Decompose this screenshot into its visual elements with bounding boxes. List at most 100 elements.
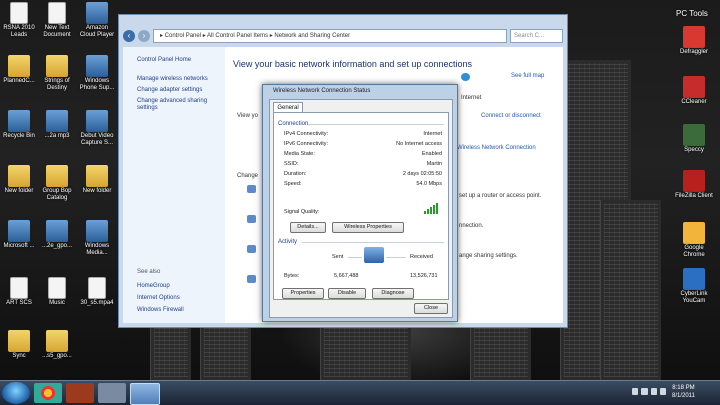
desktop-icon[interactable]: Sync [0, 330, 38, 360]
connect-disconnect-link[interactable]: Connect or disconnect [481, 113, 541, 119]
properties-button[interactable]: Properties [282, 288, 324, 299]
desktop-icon-label: ...2e_gpo... [41, 243, 73, 249]
desktop-icon[interactable]: Strings of Destiny [38, 55, 76, 92]
homegroup-icon [247, 245, 256, 253]
forward-button[interactable]: › [138, 30, 150, 42]
app-taskbar-icon[interactable] [66, 383, 94, 403]
desktop-icon[interactable]: Amazon Cloud Player [78, 2, 116, 39]
diagnose-button[interactable]: Diagnose [372, 288, 414, 299]
disable-button[interactable]: Disable [328, 288, 366, 299]
desktop-icon-label: Music [49, 300, 65, 306]
desktop-icon[interactable]: Defraggler [675, 26, 713, 56]
internet-label: Internet [461, 95, 482, 101]
desktop-icon-label: CCleaner [681, 99, 707, 105]
status-row-label: Duration: [284, 171, 307, 177]
manage-wireless-networks-link[interactable]: Manage wireless networks [137, 76, 208, 83]
bytes-sent-value: 5,667,488 [334, 273, 359, 279]
wireless-connection-link[interactable]: Wireless Network Connection [457, 145, 547, 151]
desktop-icon-label: 30_s5.mpa4 [80, 300, 114, 306]
status-row-value: Internet [423, 131, 442, 137]
desktop-icon[interactable]: New folder [78, 165, 116, 195]
signal-bar [427, 209, 429, 214]
search-input[interactable]: Search C... [510, 29, 563, 43]
desktop-icon[interactable]: ...2e_gpo... [38, 220, 76, 250]
doc-icon [88, 277, 106, 299]
status-row-label: SSID: [284, 161, 299, 167]
status-row-label: Speed: [284, 181, 302, 187]
desktop-icon[interactable]: New Text Document [38, 2, 76, 39]
desktop-icon[interactable]: Group Bop Catalog [38, 165, 76, 202]
desktop-icon[interactable]: FileZilla Client [675, 170, 713, 200]
desktop-icon[interactable]: PlannedC... [0, 55, 38, 85]
breadcrumb[interactable]: ▸ Control Panel ▸ All Control Panel Item… [153, 29, 507, 43]
app-icon [86, 55, 108, 77]
desktop-icon[interactable]: 30_s5.mpa4 [78, 277, 116, 307]
desktop-icon[interactable]: Speccy [675, 124, 713, 154]
dialog-body: General Connection IPv4 Connectivity: Int… [269, 99, 453, 318]
homegroup-link[interactable]: HomeGroup [137, 283, 170, 290]
wireless-properties-button[interactable]: Wireless Properties [332, 222, 404, 233]
status-row-label: IPv6 Connectivity: [284, 141, 329, 147]
change-advanced-sharing-link[interactable]: Change advanced sharing settings [137, 98, 217, 112]
desktop-icon[interactable]: Debut Video Capture S... [78, 110, 116, 147]
desktop-icon-label: New folder [82, 188, 112, 194]
folder-icon [46, 330, 68, 352]
app-icon [683, 124, 705, 146]
connection-group-label: Connection [278, 121, 309, 127]
folder-icon [8, 165, 30, 187]
desktop-icon[interactable]: Windows Media... [78, 220, 116, 257]
desktop-gadget-title: PC Tools [676, 9, 708, 18]
folder-icon [8, 330, 30, 352]
address-bar: ‹ › ▸ Control Panel ▸ All Control Panel … [123, 28, 563, 44]
desktop-icon[interactable]: CyberLink YouCam [675, 268, 713, 305]
desktop-icon[interactable]: ART SCS [0, 277, 38, 307]
app-icon [683, 170, 705, 192]
desktop-icon-label: ART SCS [6, 300, 32, 306]
desktop-icon[interactable]: CCleaner [675, 76, 713, 106]
app-icon [683, 76, 705, 98]
desktop-icon[interactable]: Microsoft ... [0, 220, 38, 250]
save-taskbar-icon[interactable] [98, 383, 126, 403]
network-activity-icon [364, 247, 384, 263]
desktop-icon[interactable]: ...2a mp3 [38, 110, 76, 140]
explorer-taskbar-icon[interactable] [130, 383, 160, 405]
windows-firewall-link[interactable]: Windows Firewall [137, 307, 184, 314]
desktop-icon[interactable]: New folder [0, 165, 38, 195]
start-button[interactable] [2, 382, 30, 404]
activity-group-label: Activity [278, 239, 298, 245]
signal-strength-icon [424, 203, 438, 214]
desktop-icon[interactable]: RSNA 2010 Leads [0, 2, 38, 39]
desktop-icon-label: Strings of Destiny [44, 78, 70, 91]
chrome-taskbar-icon[interactable] [34, 383, 62, 403]
desktop-icon-label: Sync [12, 353, 26, 359]
desktop-icon-label: Recycle Bin [3, 133, 35, 139]
desktop-icon-label: Debut Video Capture S... [80, 133, 114, 146]
signal-bar [436, 203, 438, 214]
change-adapter-settings-link[interactable]: Change adapter settings [137, 87, 202, 94]
desktop-icon-label: Google Chrome [683, 245, 705, 258]
desktop-icon[interactable]: Recycle Bin [0, 110, 38, 140]
wireless-status-dialog: Wireless Network Connection Status Gener… [262, 84, 458, 322]
clock[interactable]: 8:18 PM 8/1/2011 [672, 384, 695, 400]
desktop-icon[interactable]: Music [38, 277, 76, 307]
desktop-icon[interactable]: ...s5_gpo... [38, 330, 76, 360]
desktop-icon-label: Windows Phone Sup... [79, 78, 115, 91]
desktop-icon-label: Amazon Cloud Player [79, 25, 115, 38]
clock-date: 8/1/2011 [672, 393, 695, 399]
details-button[interactable]: Details... [290, 222, 326, 233]
desktop-icon-label: ...2a mp3 [44, 133, 70, 139]
desktop-icon[interactable]: Google Chrome [675, 222, 713, 259]
control-panel-home-link[interactable]: Control Panel Home [137, 57, 191, 64]
close-button[interactable]: Close [414, 303, 448, 314]
see-full-map-link[interactable]: See full map [511, 73, 544, 79]
desktop-icon[interactable]: Windows Phone Sup... [78, 55, 116, 92]
app-icon [683, 222, 705, 244]
system-tray[interactable] [632, 388, 666, 398]
internet-options-link[interactable]: Internet Options [137, 295, 180, 302]
connect-network-icon [247, 215, 256, 223]
back-button[interactable]: ‹ [123, 30, 135, 42]
desktop-icon-label: Microsoft ... [3, 243, 35, 249]
status-row-label: Media State: [284, 151, 315, 157]
dialog-title: Wireless Network Connection Status [273, 88, 371, 94]
app-icon [683, 26, 705, 48]
